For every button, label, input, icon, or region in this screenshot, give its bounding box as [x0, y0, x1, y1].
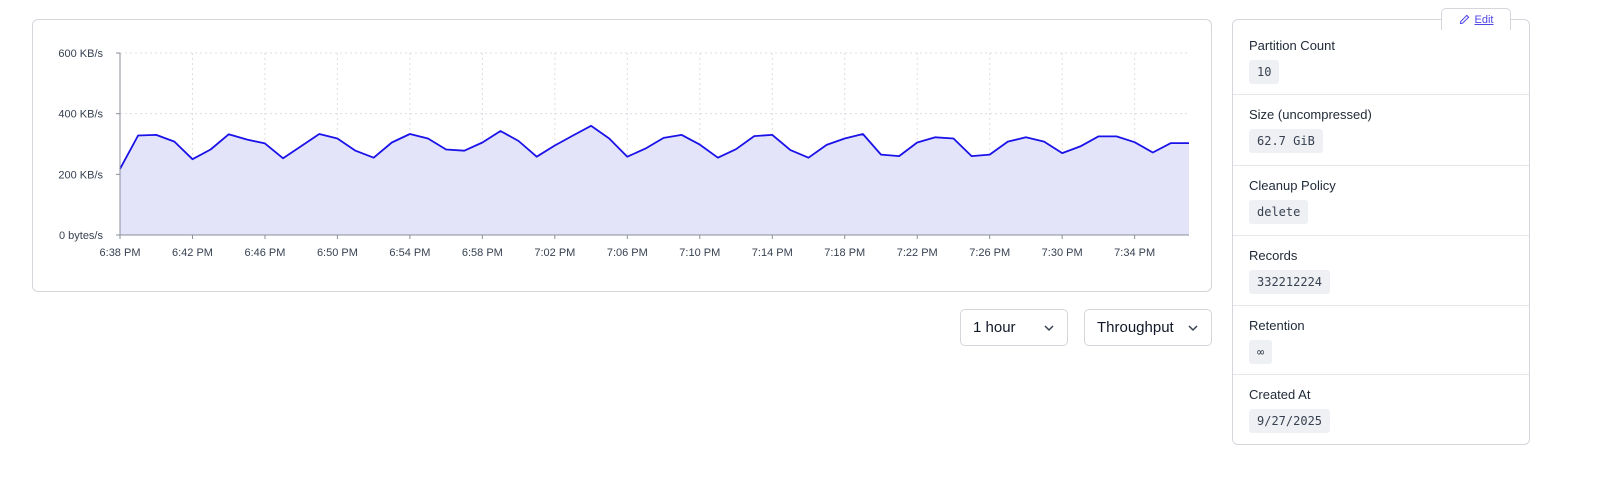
chevron-down-icon: [1044, 324, 1054, 331]
property-name: Cleanup Policy: [1249, 178, 1336, 193]
time-range-select[interactable]: 1 hour: [960, 309, 1068, 346]
throughput-chart: 0 bytes/s 200 KB/s 400 KB/s 600 KB/s 6:38 PM…: [58, 48, 1189, 259]
x-tick-label: 6:42 PM: [172, 247, 213, 259]
property-row: Retention ∞: [1233, 306, 1529, 375]
x-tick-label: 6:58 PM: [462, 247, 503, 259]
property-row: Records 332212224: [1233, 236, 1529, 306]
x-tick-label: 7:10 PM: [679, 247, 720, 259]
property-name: Size (uncompressed): [1249, 107, 1372, 122]
property-row: Created At 9/27/2025: [1233, 375, 1529, 445]
x-tick-label: 7:06 PM: [607, 247, 648, 259]
chevron-down-icon: [1188, 324, 1198, 331]
property-name: Created At: [1249, 387, 1311, 402]
x-tick-label: 6:54 PM: [389, 247, 430, 259]
property-row: Cleanup Policy delete: [1233, 166, 1529, 236]
property-value: 10: [1249, 60, 1280, 84]
metric-label: Throughput: [1097, 319, 1174, 336]
x-tick-label: 7:26 PM: [969, 247, 1010, 259]
x-tick-label: 7:14 PM: [752, 247, 793, 259]
property-value: delete: [1249, 200, 1309, 224]
edit-button[interactable]: Edit: [1441, 8, 1511, 30]
x-tick-label: 6:38 PM: [100, 247, 141, 259]
time-range-label: 1 hour: [973, 319, 1016, 336]
y-tick-label: 600 KB/s: [58, 48, 103, 60]
topic-properties-panel: Partition Count 10 Size (uncompressed) 62.7…: [1232, 19, 1530, 445]
metric-select[interactable]: Throughput: [1084, 309, 1212, 346]
x-tick-label: 7:30 PM: [1042, 247, 1083, 259]
property-value: 332212224: [1249, 270, 1331, 294]
x-tick-label: 6:46 PM: [244, 247, 285, 259]
property-value: ∞: [1249, 340, 1273, 364]
property-name: Records: [1249, 248, 1298, 263]
y-tick-label: 200 KB/s: [58, 169, 103, 181]
property-name: Partition Count: [1249, 38, 1335, 53]
x-tick-label: 6:50 PM: [317, 247, 358, 259]
throughput-chart-card: 0 bytes/s 200 KB/s 400 KB/s 600 KB/s 6:38 PM…: [32, 19, 1212, 292]
throughput-area: [120, 125, 1189, 235]
y-tick-label: 0 bytes/s: [59, 230, 104, 242]
property-value: 9/27/2025: [1249, 409, 1331, 433]
property-name: Retention: [1249, 318, 1305, 333]
property-row: Partition Count 10: [1233, 20, 1529, 95]
x-tick-label: 7:22 PM: [897, 247, 938, 259]
property-row: Size (uncompressed) 62.7 GiB: [1233, 95, 1529, 166]
property-value: 62.7 GiB: [1249, 129, 1323, 153]
pencil-icon: [1459, 14, 1469, 25]
x-tick-label: 7:18 PM: [824, 247, 865, 259]
edit-label: Edit: [1474, 13, 1494, 26]
x-tick-label: 7:02 PM: [534, 247, 575, 259]
x-tick-label: 7:34 PM: [1114, 247, 1155, 259]
y-tick-label: 400 KB/s: [58, 109, 103, 121]
